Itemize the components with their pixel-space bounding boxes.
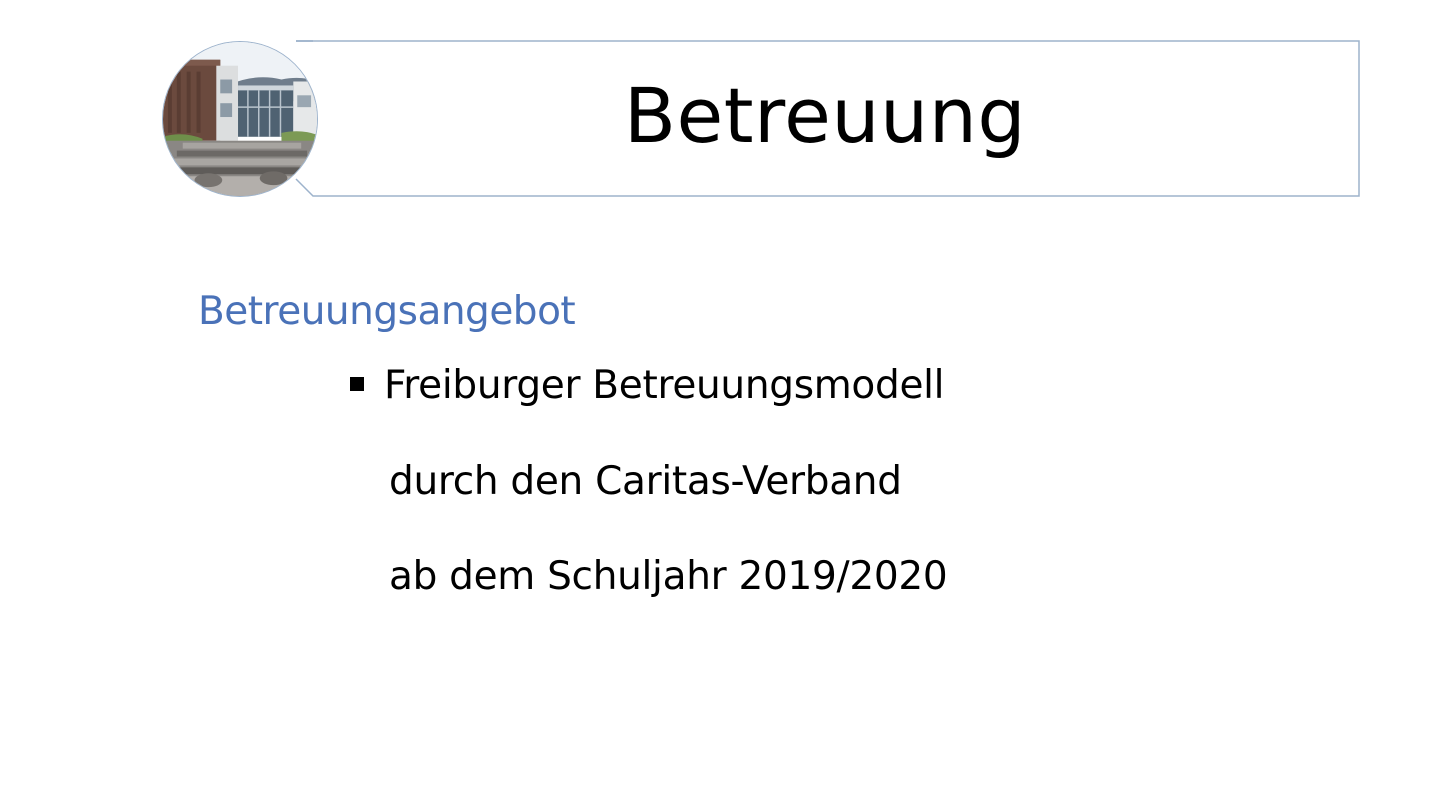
slide: Betreuung Betreuungsangebot Freiburger B… (0, 0, 1440, 810)
continuation-line: ab dem Schuljahr 2019/2020 (389, 554, 948, 599)
bullet-text: Freiburger Betreuungsmodell (384, 363, 945, 408)
square-bullet-icon (350, 377, 364, 391)
continuation-line: durch den Caritas-Verband (389, 459, 902, 504)
section-heading: Betreuungsangebot (198, 289, 576, 334)
school-building-photo (162, 41, 318, 197)
slide-title: Betreuung (623, 71, 1027, 160)
bullet-item: Freiburger Betreuungsmodell (350, 360, 945, 412)
